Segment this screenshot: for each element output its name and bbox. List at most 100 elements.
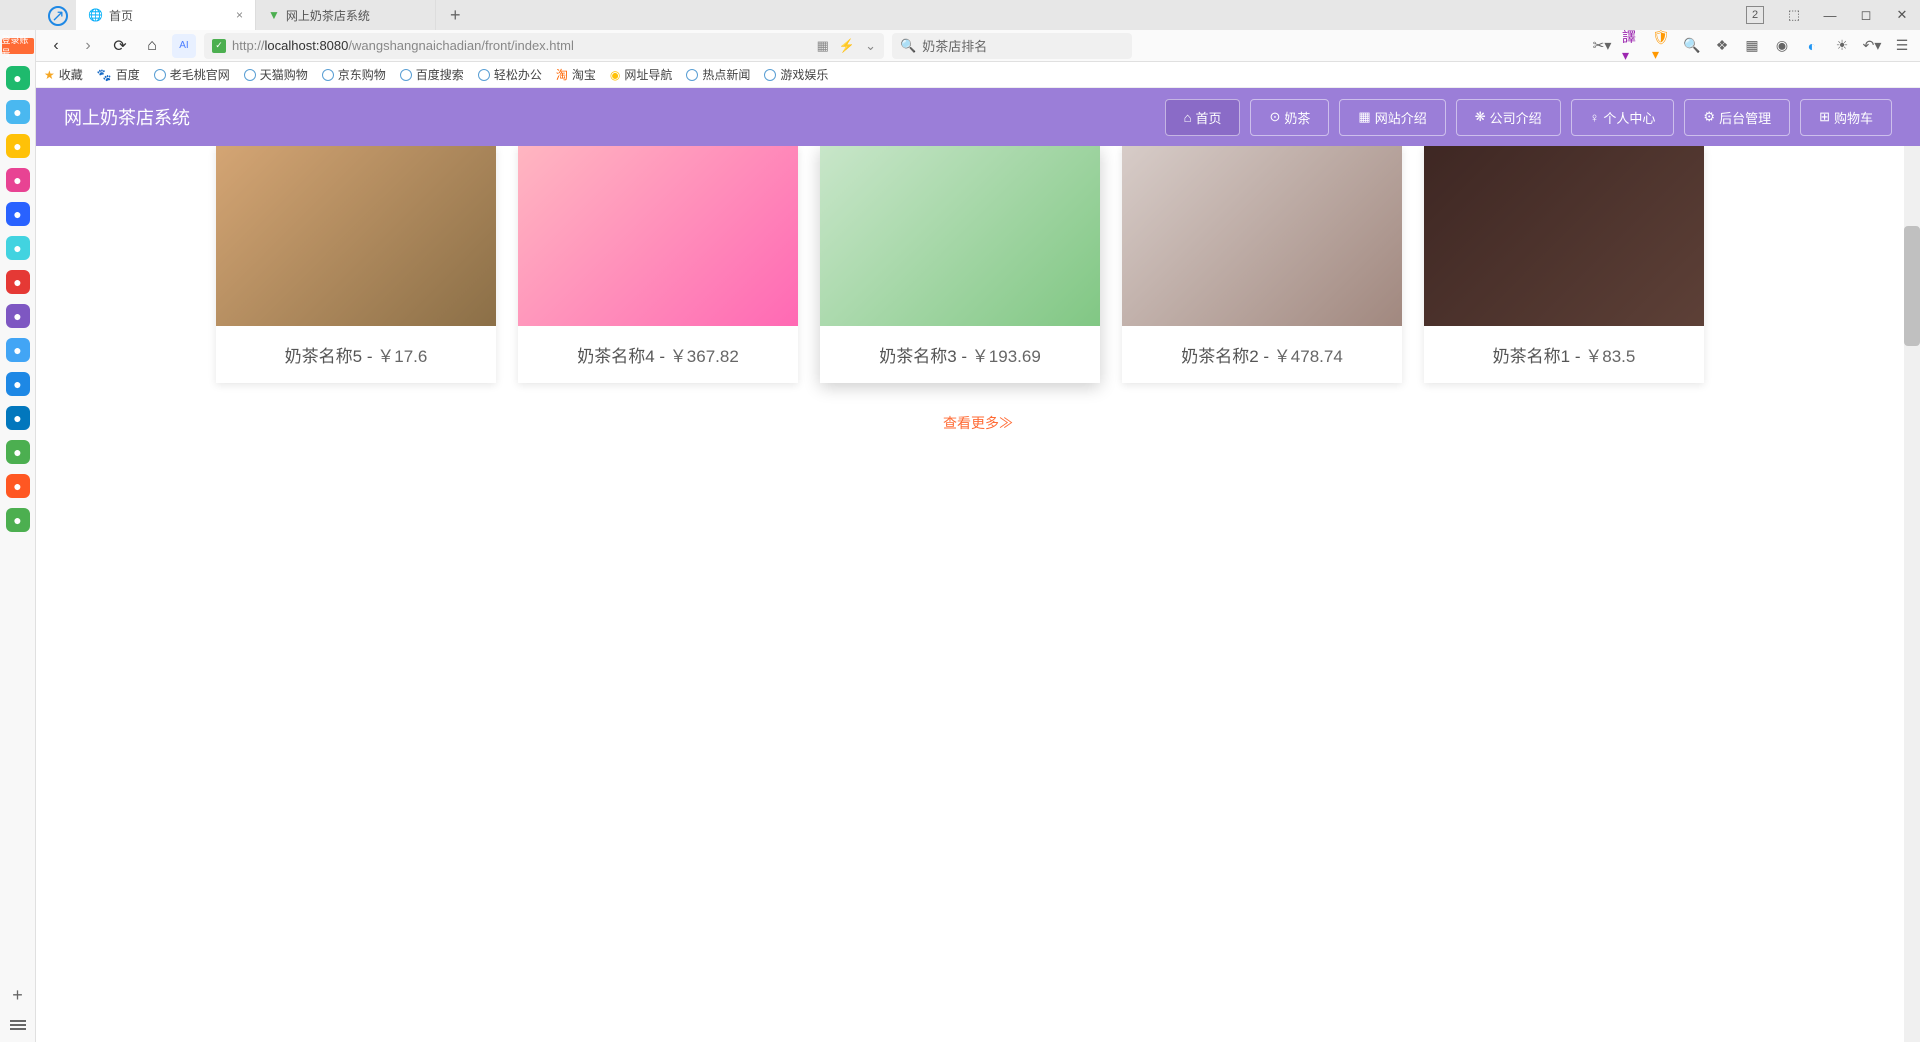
tab-label: 网上奶茶店系统: [286, 7, 370, 24]
ai-icon[interactable]: ●: [6, 168, 30, 192]
site-title: 网上奶茶店系统: [64, 104, 190, 130]
nav-label: 个人中心: [1603, 108, 1655, 127]
doc-icon[interactable]: ●: [6, 338, 30, 362]
taobao-icon: 淘: [556, 66, 568, 83]
product-card[interactable]: 奶茶名称3 - ￥193.69: [820, 146, 1100, 383]
minimize-button[interactable]: —: [1812, 0, 1848, 30]
bookmark-favorites[interactable]: ★收藏: [44, 66, 83, 83]
product-card[interactable]: 奶茶名称2 - ￥478.74: [1122, 146, 1402, 383]
play-icon[interactable]: ●: [6, 304, 30, 328]
star-icon[interactable]: ●: [6, 134, 30, 158]
nav-首页[interactable]: ⌂首页: [1165, 99, 1241, 136]
nav-menu: ⌂首页⊙奶茶▦网站介绍❋公司介绍♀个人中心⚙后台管理⊞购物车: [1165, 99, 1892, 136]
scroll-thumb[interactable]: [1904, 226, 1920, 346]
shield-alt-icon[interactable]: 🛡▾: [1652, 36, 1672, 56]
bookmark-icon[interactable]: ●: [6, 100, 30, 124]
tab-system[interactable]: ▼ 网上奶茶店系统: [256, 0, 436, 30]
product-info: 奶茶名称1 - ￥83.5: [1424, 326, 1704, 383]
mail-icon[interactable]: ●: [6, 508, 30, 532]
nav-label: 首页: [1195, 108, 1221, 127]
nav-icon: ⊙: [1269, 109, 1280, 125]
scrollbar[interactable]: [1904, 146, 1920, 1042]
nav-公司介绍[interactable]: ❋公司介绍: [1456, 99, 1561, 136]
globe-icon: [244, 69, 256, 81]
product-info: 奶茶名称5 - ￥17.6: [216, 326, 496, 383]
nav-icon: ▦: [1358, 109, 1370, 125]
puzzle-icon[interactable]: ●: [6, 440, 30, 464]
scissors-icon[interactable]: ✂▾: [1592, 36, 1612, 56]
close-icon[interactable]: ×: [236, 8, 243, 22]
globe-icon: 🌐: [88, 8, 103, 22]
bookmark-baidu[interactable]: 🐾百度: [97, 66, 140, 83]
nav-奶茶[interactable]: ⊙奶茶: [1250, 99, 1329, 136]
compass-icon[interactable]: ↗: [48, 6, 68, 26]
product-price: ￥193.69: [972, 347, 1041, 366]
chat-icon[interactable]: ●: [6, 406, 30, 430]
bookmark-news[interactable]: 热点新闻: [686, 66, 750, 83]
url-input[interactable]: ✓ http://localhost:8080/wangshangnaichad…: [204, 33, 884, 59]
zoom-icon[interactable]: 🔍: [1682, 36, 1702, 56]
nav-后台管理[interactable]: ⚙后台管理: [1684, 99, 1790, 136]
bookmark-jd[interactable]: 京东购物: [322, 66, 386, 83]
search-input[interactable]: 🔍 奶茶店排名: [892, 33, 1132, 59]
nav-个人中心[interactable]: ♀个人中心: [1571, 99, 1675, 136]
leaf-icon: ▼: [268, 8, 280, 22]
product-image: [1424, 146, 1704, 326]
content-area: 奶茶名称5 - ￥17.6 奶茶名称4 - ￥367.82奶茶名称3 - ￥193…: [36, 146, 1920, 1042]
bookmarks-bar: ★收藏 🐾百度 老毛桃官网 天猫购物 京东购物 百度搜索 轻松办公 淘淘宝 ◉网…: [36, 62, 1920, 88]
bookmark-baidusearch[interactable]: 百度搜索: [400, 66, 464, 83]
product-card[interactable]: 奶茶名称1 - ￥83.5: [1424, 146, 1704, 383]
globe-icon: [322, 69, 334, 81]
nav-网站介绍[interactable]: ▦网站介绍: [1339, 99, 1445, 136]
login-badge[interactable]: 登录账号: [2, 38, 34, 54]
shield-icon: ✓: [212, 39, 226, 53]
puzzle-icon[interactable]: ❖: [1712, 36, 1732, 56]
apps-icon[interactable]: ▦: [1742, 36, 1762, 56]
qr-icon[interactable]: ▦: [817, 38, 829, 54]
product-card[interactable]: 奶茶名称5 - ￥17.6: [216, 146, 496, 383]
product-name: 奶茶名称1: [1493, 347, 1570, 366]
product-price: ￥478.74: [1274, 347, 1343, 366]
forward-button[interactable]: ›: [76, 34, 100, 58]
bookmark-laomaotao[interactable]: 老毛桃官网: [154, 66, 230, 83]
paw-icon: 🐾: [97, 68, 112, 82]
al-icon[interactable]: ●: [6, 202, 30, 226]
nav-购物车[interactable]: ⊞购物车: [1800, 99, 1892, 136]
bookmark-tmall[interactable]: 天猫购物: [244, 66, 308, 83]
nav-label: 购物车: [1834, 108, 1873, 127]
compass-icon[interactable]: ●: [6, 66, 30, 90]
bookmark-taobao[interactable]: 淘淘宝: [556, 66, 596, 83]
msg-icon[interactable]: ●: [6, 372, 30, 396]
nav-label: 奶茶: [1284, 108, 1310, 127]
ai-icon[interactable]: AI: [172, 34, 196, 58]
product-image: [216, 146, 496, 326]
bolt-icon[interactable]: ⚡: [839, 38, 855, 54]
tab-add-button[interactable]: +: [436, 5, 475, 26]
load-more-button[interactable]: 查看更多≫: [216, 383, 1740, 463]
reload-button[interactable]: ⟳: [108, 34, 132, 58]
undo-icon[interactable]: ↶▾: [1862, 36, 1882, 56]
extension-icon[interactable]: ⬚: [1776, 0, 1812, 30]
close-button[interactable]: ✕: [1884, 0, 1920, 30]
count-badge[interactable]: 2: [1746, 6, 1764, 24]
sun-icon[interactable]: ☀: [1832, 36, 1852, 56]
menu-icon[interactable]: ☰: [1892, 36, 1912, 56]
globe2-icon[interactable]: ◐: [1802, 36, 1822, 56]
chevron-down-icon[interactable]: ⌄: [865, 38, 876, 54]
bookmark-games[interactable]: 游戏娱乐: [764, 66, 828, 83]
product-card[interactable]: 奶茶名称4 - ￥367.82: [518, 146, 798, 383]
add-sidebar-icon[interactable]: +: [12, 985, 23, 1006]
maximize-button[interactable]: ◻: [1848, 0, 1884, 30]
bookmark-nav[interactable]: ◉网址导航: [610, 66, 673, 83]
home-button[interactable]: ⌂: [140, 34, 164, 58]
tab-home[interactable]: 🌐 首页 ×: [76, 0, 256, 30]
color-icon[interactable]: ◉: [1772, 36, 1792, 56]
bookmark-office[interactable]: 轻松办公: [478, 66, 542, 83]
product-price: ￥83.5: [1585, 347, 1635, 366]
square-icon[interactable]: ●: [6, 236, 30, 260]
back-button[interactable]: ‹: [44, 34, 68, 58]
menu-sidebar-icon[interactable]: [10, 1020, 26, 1030]
weibo-icon[interactable]: ●: [6, 474, 30, 498]
pdf-icon[interactable]: ●: [6, 270, 30, 294]
translate-icon[interactable]: 譯▾: [1622, 36, 1642, 56]
